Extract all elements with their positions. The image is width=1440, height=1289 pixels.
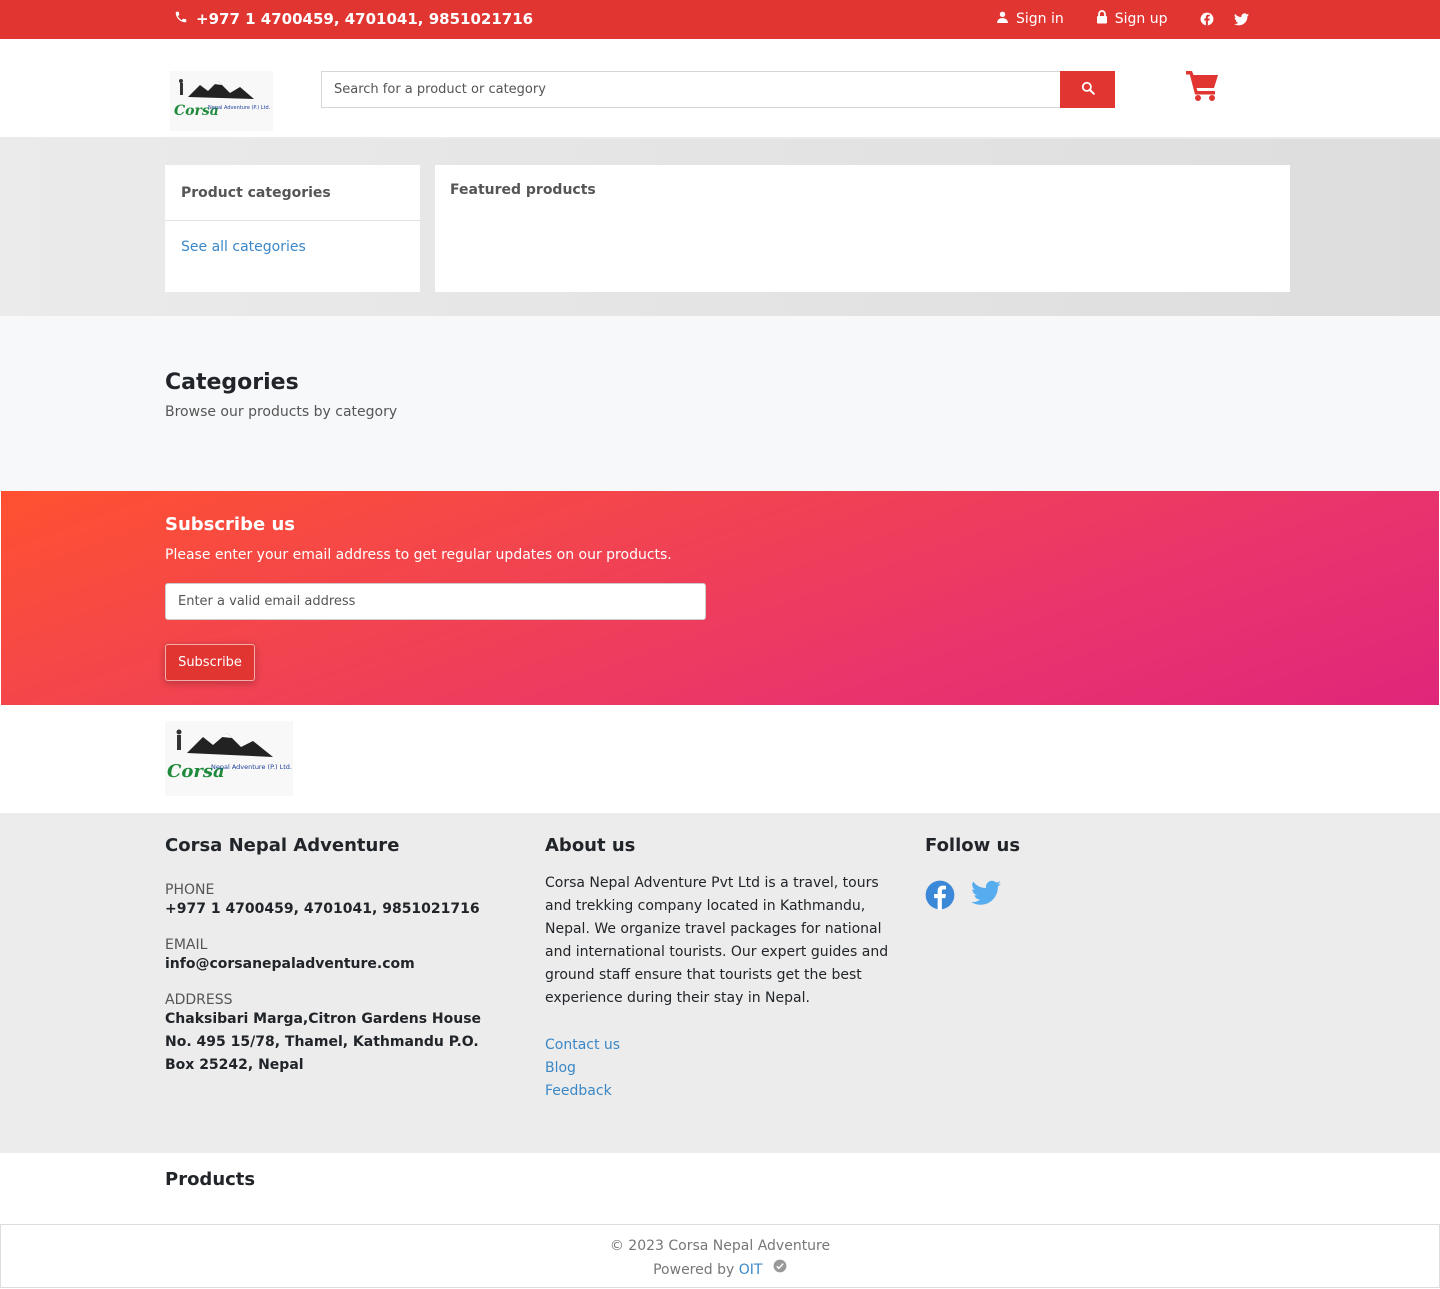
copyright-bar: © 2023 Corsa Nepal Adventure Powered by … bbox=[0, 1224, 1440, 1288]
categories-title: Categories bbox=[165, 370, 299, 395]
about-title: About us bbox=[545, 835, 636, 856]
follow-title: Follow us bbox=[925, 835, 1021, 856]
footer-logo-strip: Corsa Nepal Adventure (P.) Ltd. bbox=[0, 705, 1440, 813]
products-section: Products bbox=[0, 1153, 1440, 1224]
email-value: info@corsanepaladventure.com bbox=[165, 956, 415, 972]
svg-text:Nepal Adventure (P.) Ltd.: Nepal Adventure (P.) Ltd. bbox=[208, 105, 271, 111]
search-bar bbox=[321, 71, 1115, 108]
feedback-link[interactable]: Feedback bbox=[545, 1080, 890, 1103]
footer-info: Corsa Nepal Adventure PHONE +977 1 47004… bbox=[0, 813, 1440, 1153]
lock-icon bbox=[1096, 10, 1108, 28]
hero-section: Product categories See all categories Fe… bbox=[0, 139, 1440, 316]
phone-label: PHONE bbox=[165, 882, 215, 898]
featured-products-title: Featured products bbox=[450, 182, 596, 198]
search-icon bbox=[1081, 81, 1095, 98]
top-bar: +977 1 4700459, 4701041, 9851021716 Sign… bbox=[0, 0, 1440, 39]
product-categories-title: Product categories bbox=[165, 165, 420, 221]
about-text: Corsa Nepal Adventure Pvt Ltd is a trave… bbox=[545, 875, 889, 1006]
footer-follow-column: Follow us bbox=[925, 835, 1225, 914]
powered-by-label: Powered by bbox=[653, 1262, 735, 1278]
footer-links: Contact us Blog Feedback bbox=[545, 1034, 890, 1103]
site-header: Corsa Nepal Adventure (P.) Ltd. bbox=[0, 39, 1440, 139]
see-all-categories-link[interactable]: See all categories bbox=[165, 221, 420, 255]
categories-subtitle: Browse our products by category bbox=[165, 404, 398, 420]
products-title: Products bbox=[165, 1169, 256, 1190]
topbar-phone-text: +977 1 4700459, 4701041, 9851021716 bbox=[196, 10, 534, 28]
signin-label: Sign in bbox=[1016, 11, 1064, 27]
email-field[interactable] bbox=[165, 583, 706, 620]
cart-icon[interactable] bbox=[1186, 69, 1220, 105]
twitter-icon[interactable] bbox=[971, 880, 1001, 914]
svg-text:Nepal Adventure (P.) Ltd.: Nepal Adventure (P.) Ltd. bbox=[211, 763, 292, 771]
footer-logo: Corsa Nepal Adventure (P.) Ltd. bbox=[165, 721, 293, 796]
signin-link[interactable]: Sign in bbox=[996, 10, 1064, 28]
phone-icon bbox=[174, 10, 188, 28]
address-label: ADDRESS bbox=[165, 992, 233, 1008]
email-label: EMAIL bbox=[165, 937, 208, 953]
powered-by: Powered by OIT bbox=[1, 1258, 1439, 1282]
check-circle-icon bbox=[773, 1258, 787, 1281]
subscribe-button[interactable]: Subscribe bbox=[165, 644, 255, 681]
contact-us-link[interactable]: Contact us bbox=[545, 1034, 890, 1057]
twitter-icon[interactable] bbox=[1233, 12, 1249, 26]
subscribe-title: Subscribe us bbox=[165, 514, 295, 535]
search-input[interactable] bbox=[321, 71, 1060, 108]
search-button[interactable] bbox=[1060, 71, 1115, 108]
user-icon bbox=[996, 10, 1009, 28]
facebook-icon[interactable] bbox=[925, 880, 955, 914]
signup-link[interactable]: Sign up bbox=[1096, 10, 1168, 28]
signup-label: Sign up bbox=[1114, 11, 1168, 27]
footer-about-column: About us Corsa Nepal Adventure Pvt Ltd i… bbox=[545, 835, 890, 1103]
categories-section: Categories Browse our products by catego… bbox=[0, 316, 1440, 491]
subscribe-text: Please enter your email address to get r… bbox=[165, 547, 672, 563]
topbar-phone: +977 1 4700459, 4701041, 9851021716 bbox=[174, 10, 533, 28]
footer-company-name: Corsa Nepal Adventure bbox=[165, 835, 400, 856]
facebook-icon[interactable] bbox=[1200, 12, 1214, 26]
footer-contact-column: Corsa Nepal Adventure PHONE +977 1 47004… bbox=[165, 835, 505, 1077]
site-logo[interactable]: Corsa Nepal Adventure (P.) Ltd. bbox=[170, 71, 273, 131]
subscribe-section: Subscribe us Please enter your email add… bbox=[1, 491, 1439, 705]
product-categories-card: Product categories See all categories bbox=[165, 165, 420, 292]
social-icons bbox=[925, 880, 1225, 914]
phone-value: +977 1 4700459, 4701041, 9851021716 bbox=[165, 901, 480, 917]
oit-link[interactable]: OIT bbox=[739, 1262, 763, 1278]
blog-link[interactable]: Blog bbox=[545, 1057, 890, 1080]
address-value: Chaksibari Marga,Citron Gardens House No… bbox=[165, 1011, 482, 1073]
featured-products-card: Featured products bbox=[435, 165, 1290, 292]
copyright-text: © 2023 Corsa Nepal Adventure bbox=[609, 1238, 831, 1254]
